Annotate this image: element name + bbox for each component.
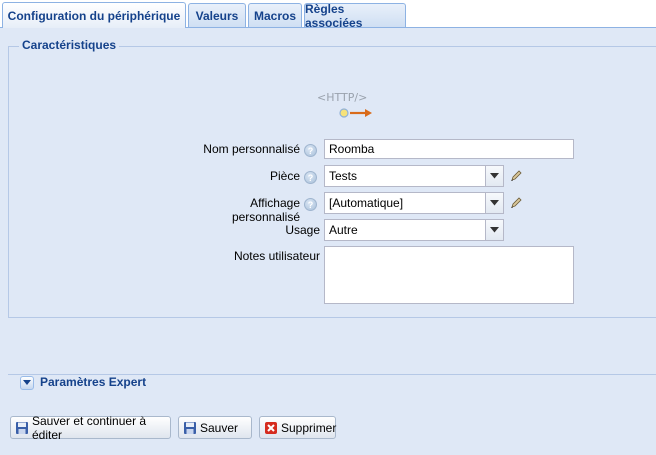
tab-regles-associees[interactable]: Règles associées [304, 1, 406, 30]
pencil-icon[interactable] [509, 196, 523, 210]
tab-macros[interactable]: Macros [248, 3, 302, 27]
help-icon[interactable]: ? [304, 144, 317, 157]
delete-button[interactable]: Supprimer [259, 416, 336, 439]
expand-toggle-icon[interactable] [20, 376, 34, 390]
save-continue-label: Sauver et continuer à éditer [32, 413, 147, 442]
device-config-panel: Caractéristiques <HTTP/> Nom personnalis… [0, 28, 656, 455]
http-logo-text: <HTTP/> [317, 91, 368, 104]
tab-configuration-label: Configuration du périphérique [7, 8, 181, 23]
usage-select-value: Autre [329, 223, 358, 237]
room-label: Pièce [269, 169, 300, 183]
usage-label: Usage [285, 223, 320, 237]
http-plugin-logo: <HTTP/> [317, 91, 377, 121]
display-select-value: [Automatique] [329, 196, 404, 210]
name-label: Nom personnalisé [203, 142, 300, 156]
characteristics-legend: Caractéristiques [19, 38, 120, 52]
tab-valeurs[interactable]: Valeurs [188, 3, 246, 27]
tab-macros-label: Macros [253, 8, 297, 23]
delete-label: Supprimer [281, 420, 337, 435]
chevron-down-icon[interactable] [485, 166, 503, 186]
usage-select[interactable]: Autre [324, 219, 504, 241]
expert-section-label[interactable]: Paramètres Expert [37, 375, 150, 389]
notes-textarea[interactable] [324, 246, 574, 304]
save-continue-button[interactable]: Sauver et continuer à éditer [10, 413, 171, 442]
room-select[interactable]: Tests [324, 165, 504, 187]
save-button[interactable]: Sauver [178, 416, 252, 439]
pencil-icon[interactable] [509, 169, 523, 183]
chevron-down-icon[interactable] [485, 193, 503, 213]
room-select-value: Tests [329, 169, 358, 183]
tab-configuration[interactable]: Configuration du périphérique [2, 2, 186, 28]
red-x-icon [264, 421, 278, 435]
floppy-disk-icon [15, 421, 29, 435]
display-label: Affichage personnalisé [231, 196, 300, 224]
floppy-disk-icon [183, 421, 197, 435]
tab-regles-label: Règles associées [305, 1, 363, 30]
save-label: Sauver [200, 420, 239, 435]
http-arrow-icon [339, 108, 372, 118]
help-icon[interactable]: ? [304, 171, 317, 184]
name-field[interactable] [324, 139, 574, 159]
display-select[interactable]: [Automatique] [324, 192, 504, 214]
tab-bar: Configuration du périphérique Valeurs Ma… [0, 0, 656, 30]
chevron-down-icon[interactable] [485, 220, 503, 240]
tab-valeurs-label: Valeurs [195, 8, 239, 23]
help-icon[interactable]: ? [304, 198, 317, 211]
notes-label: Notes utilisateur [233, 249, 320, 263]
